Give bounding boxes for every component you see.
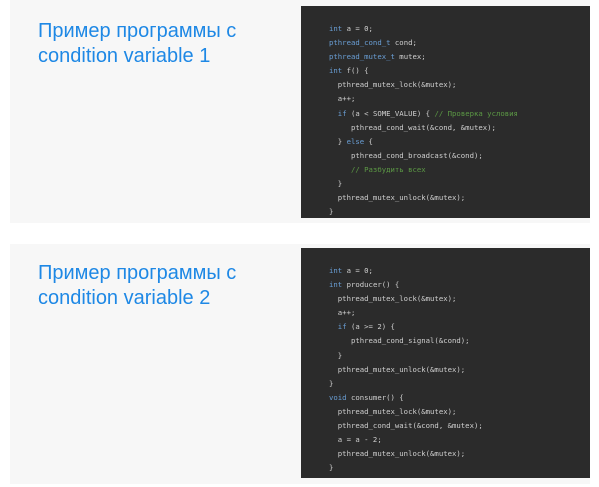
code-line: a++; xyxy=(329,92,518,106)
code-line: int a = 0; xyxy=(329,264,483,278)
code-line: if (a >= 2) { xyxy=(329,320,483,334)
code-text: pthread_mutex_lock(&mutex); xyxy=(329,406,457,416)
slide-title: Пример программы с condition variable 1 xyxy=(38,20,237,67)
code-line: } xyxy=(329,349,483,363)
code-text: } xyxy=(329,207,334,217)
code-text: a = 0; xyxy=(342,24,373,33)
code-keyword: int xyxy=(329,280,343,290)
code-keyword: int xyxy=(329,266,343,275)
code-line: pthread_mutex_unlock(&mutex); xyxy=(329,191,518,205)
code-line: // Разбудить всех xyxy=(329,163,518,177)
code-keyword: void xyxy=(329,392,347,402)
code-text: } xyxy=(329,136,347,146)
code-keyword: int xyxy=(329,66,343,76)
code-text: pthread_mutex_unlock(&mutex); xyxy=(329,364,466,374)
code-line: void consumer() { xyxy=(329,391,483,405)
code-block: int a = 0; pthread_cond_t cond; pthread_mu… xyxy=(329,22,518,219)
code-line: } xyxy=(329,461,483,475)
code-text: pthread_mutex_unlock(&mutex); xyxy=(329,193,466,203)
code-text: a++; xyxy=(329,308,356,318)
code-text: a = a - 2; xyxy=(329,435,382,445)
code-panel: int a = 0; int producer() { pthread_mutex… xyxy=(301,248,590,478)
code-line: pthread_mutex_lock(&mutex); xyxy=(329,405,483,419)
code-text: (a >= 2) { xyxy=(346,322,395,332)
code-text: } xyxy=(329,350,343,360)
code-text: a = 0; xyxy=(342,266,373,275)
code-text: pthread_mutex_unlock(&mutex); xyxy=(329,449,466,459)
code-line: } xyxy=(329,377,483,391)
code-text: pthread_mutex_lock(&mutex); xyxy=(329,80,457,90)
code-keyword: pthread_mutex_t xyxy=(329,52,395,62)
code-text: producer() { xyxy=(342,280,400,290)
code-line: pthread_cond_t cond; xyxy=(329,36,518,50)
code-line: pthread_cond_wait(&cond, &mutex); xyxy=(329,121,518,135)
code-text: pthread_cond_signal(&cond); xyxy=(329,336,470,346)
code-line: int a = 0; xyxy=(329,22,518,36)
code-text: mutex; xyxy=(394,52,426,62)
code-line: pthread_mutex_t mutex; xyxy=(329,50,518,64)
slide-2: Пример программы с condition variable 2 … xyxy=(0,244,599,484)
slide-1: Пример программы с condition variable 1 … xyxy=(0,0,599,223)
code-line: int f() { xyxy=(329,64,518,78)
code-line: pthread_mutex_lock(&mutex); xyxy=(329,78,518,92)
code-line: pthread_cond_wait(&cond, &mutex); xyxy=(329,419,483,433)
code-panel: int a = 0; pthread_cond_t cond; pthread_mu… xyxy=(301,6,590,218)
code-line: pthread_mutex_lock(&mutex); xyxy=(329,292,483,306)
code-block: int a = 0; int producer() { pthread_mutex… xyxy=(329,264,483,475)
code-line: pthread_mutex_unlock(&mutex); xyxy=(329,363,483,377)
code-text: f() { xyxy=(342,66,369,76)
code-text: pthread_mutex_lock(&mutex); xyxy=(329,294,457,304)
code-comment: // Проверка условия xyxy=(434,108,518,118)
code-text: consumer() { xyxy=(346,392,404,402)
code-keyword: int xyxy=(329,24,343,33)
code-keyword: if xyxy=(337,322,347,332)
code-keyword: pthread_cond_t xyxy=(329,38,391,48)
code-text: (a < SOME_VALUE) { xyxy=(346,108,435,118)
code-keyword: if xyxy=(337,108,347,118)
code-line: if (a < SOME_VALUE) { // Проверка услови… xyxy=(329,107,518,121)
code-comment: // Разбудить всех xyxy=(350,164,426,174)
code-line: a = a - 2; xyxy=(329,433,483,447)
code-line: pthread_mutex_unlock(&mutex); xyxy=(329,447,483,461)
code-line: a++; xyxy=(329,306,483,320)
code-text: cond; xyxy=(390,38,417,48)
code-text: } xyxy=(329,179,343,189)
code-line: } else { xyxy=(329,135,518,149)
slide-title: Пример программы с condition variable 2 xyxy=(38,262,237,309)
code-text: pthread_cond_broadcast(&cond); xyxy=(329,150,483,160)
code-text: pthread_cond_wait(&cond, &mutex); xyxy=(329,122,496,132)
code-line: pthread_cond_broadcast(&cond); xyxy=(329,149,518,163)
code-text: } xyxy=(329,463,334,473)
code-line: } xyxy=(329,205,518,219)
code-text: a++; xyxy=(329,94,356,104)
code-text: pthread_cond_wait(&cond, &mutex); xyxy=(329,421,483,431)
code-keyword: else xyxy=(346,136,365,146)
code-line: int producer() { xyxy=(329,278,483,292)
code-line: pthread_cond_signal(&cond); xyxy=(329,334,483,348)
code-line: } xyxy=(329,177,518,191)
code-text: } xyxy=(329,378,334,388)
code-text: { xyxy=(364,136,373,146)
